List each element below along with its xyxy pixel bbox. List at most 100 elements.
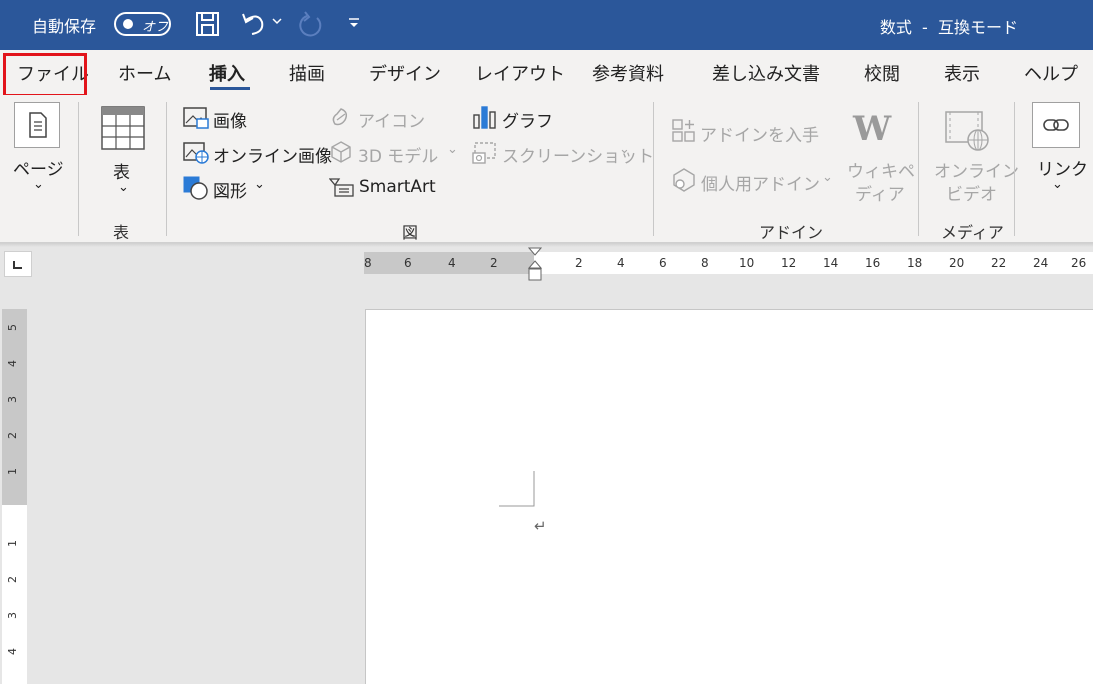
my-addins-label: 個人用アドイン bbox=[701, 175, 820, 195]
save-icon[interactable] bbox=[195, 10, 221, 38]
separator bbox=[1014, 102, 1015, 236]
ruler-tick: 8 bbox=[701, 256, 709, 270]
ruler-tick: 5 bbox=[6, 324, 19, 331]
ruler-tick: 1 bbox=[6, 468, 19, 475]
page-dropdown-icon[interactable]: ⌄ bbox=[33, 177, 44, 192]
ruler-tick: 3 bbox=[6, 612, 19, 619]
shapes-label[interactable]: 図形 bbox=[213, 177, 247, 202]
icons-label: アイコン bbox=[358, 112, 426, 132]
document-title: 数式 - 互換モード bbox=[879, 18, 1018, 37]
screenshot-dropdown-icon: ⌄ bbox=[619, 142, 630, 157]
toggle-label: オフ bbox=[142, 20, 169, 35]
chart-label[interactable]: グラフ bbox=[502, 107, 553, 132]
smartart-icon[interactable] bbox=[329, 177, 355, 197]
shapes-icon[interactable] bbox=[183, 176, 209, 200]
ruler-tick: 2 bbox=[490, 256, 498, 270]
image-label[interactable]: 画像 bbox=[213, 107, 247, 132]
indent-marker[interactable] bbox=[528, 247, 542, 283]
ruler-tick: 6 bbox=[659, 256, 667, 270]
chart-icon[interactable] bbox=[472, 105, 498, 129]
ruler-tick: 18 bbox=[907, 256, 923, 270]
horizontal-ruler[interactable]: 8 6 4 2 2 4 6 8 10 12 14 16 18 20 22 24 … bbox=[364, 252, 1093, 274]
ruler-tick: 2 bbox=[6, 576, 19, 583]
vertical-ruler[interactable]: 5 4 3 2 1 1 2 3 4 bbox=[2, 309, 27, 684]
ruler-tick: 8 bbox=[364, 256, 372, 270]
image-icon[interactable] bbox=[183, 107, 209, 129]
undo-icon[interactable] bbox=[240, 10, 268, 38]
page-icon bbox=[29, 112, 47, 138]
undo-dropdown-icon[interactable] bbox=[271, 16, 283, 26]
my-addins-icon bbox=[673, 168, 695, 192]
ribbon-shadow bbox=[0, 243, 1093, 247]
get-addins-icon bbox=[672, 119, 695, 142]
ruler-tick: 4 bbox=[6, 648, 19, 655]
wikipedia-icon: W bbox=[853, 109, 892, 149]
link-dropdown-icon[interactable]: ⌄ bbox=[1052, 177, 1063, 192]
shapes-dropdown-icon[interactable]: ⌄ bbox=[254, 177, 265, 192]
ruler-tick: 14 bbox=[823, 256, 839, 270]
autosave-label: 自動保存 bbox=[32, 17, 97, 36]
tab-help[interactable]: ヘルプ bbox=[1024, 60, 1078, 86]
ruler-tick: 26 bbox=[1071, 256, 1087, 270]
tab-layout[interactable]: レイアウト bbox=[475, 60, 565, 86]
tab-view[interactable]: 表示 bbox=[944, 60, 980, 86]
3d-model-dropdown-icon: ⌄ bbox=[447, 142, 458, 157]
3d-model-icon bbox=[331, 141, 351, 163]
table-group-label: 表 bbox=[113, 223, 130, 242]
tab-mailings[interactable]: 差し込み文書 bbox=[712, 60, 820, 86]
smartart-label[interactable]: SmartArt bbox=[359, 177, 436, 197]
get-addins-label: アドインを入手 bbox=[700, 126, 819, 146]
customize-toolbar-icon[interactable] bbox=[347, 17, 361, 31]
figure-group-label: 図 bbox=[402, 223, 419, 242]
online-image-label[interactable]: オンライン画像 bbox=[213, 142, 332, 167]
separator bbox=[166, 102, 167, 236]
screenshot-label: スクリーンショット bbox=[502, 147, 655, 167]
icons-icon bbox=[332, 108, 348, 126]
document-page[interactable] bbox=[365, 309, 1093, 684]
ruler-tick: 24 bbox=[1033, 256, 1049, 270]
addin-group-label: アドイン bbox=[759, 223, 824, 242]
online-video-icon bbox=[945, 111, 989, 151]
ribbon-tabs: ファイル ホーム 挿入 描画 デザイン レイアウト 参考資料 差し込み文書 校閲… bbox=[0, 50, 1093, 95]
tab-selector[interactable] bbox=[4, 251, 32, 277]
ruler-tick: 4 bbox=[6, 360, 19, 367]
autosave-toggle[interactable]: オフ bbox=[114, 12, 171, 36]
ruler-tick: 22 bbox=[991, 256, 1007, 270]
online-image-icon[interactable] bbox=[183, 142, 209, 164]
my-addins-dropdown-icon: ⌄ bbox=[822, 170, 833, 185]
media-group-label: メディア bbox=[941, 223, 1004, 242]
link-button-frame[interactable] bbox=[1032, 102, 1080, 148]
toggle-knob bbox=[123, 19, 133, 29]
ruler-tick: 12 bbox=[781, 256, 797, 270]
tab-design[interactable]: デザイン bbox=[369, 60, 441, 86]
3d-model-label: 3D モデル bbox=[358, 147, 439, 167]
online-video-label-line1: オンライン bbox=[934, 162, 1019, 182]
wikipedia-label-line2: ディア bbox=[855, 185, 905, 205]
page-button-frame[interactable] bbox=[14, 102, 60, 148]
separator bbox=[653, 102, 654, 236]
left-tab-icon bbox=[13, 261, 22, 269]
ruler-tick: 2 bbox=[6, 432, 19, 439]
ruler-tick: 4 bbox=[448, 256, 456, 270]
separator bbox=[78, 102, 79, 236]
table-icon[interactable] bbox=[101, 106, 145, 150]
separator bbox=[918, 102, 919, 236]
ruler-tick: 6 bbox=[404, 256, 412, 270]
ruler-tick: 3 bbox=[6, 396, 19, 403]
tab-insert[interactable]: 挿入 bbox=[209, 60, 245, 86]
margin-crop-mark bbox=[499, 471, 535, 507]
tab-draw[interactable]: 描画 bbox=[289, 60, 325, 86]
ruler-tick: 1 bbox=[6, 540, 19, 547]
tab-home[interactable]: ホーム bbox=[118, 60, 171, 86]
ruler-tick: 10 bbox=[739, 256, 755, 270]
ruler-tick: 20 bbox=[949, 256, 965, 270]
online-video-label-line2: ビデオ bbox=[946, 185, 997, 205]
screenshot-icon bbox=[472, 142, 496, 164]
wikipedia-label-line1: ウィキペ bbox=[847, 162, 915, 182]
tab-review[interactable]: 校閲 bbox=[864, 60, 900, 86]
ruler-tick: 2 bbox=[575, 256, 583, 270]
redo-icon bbox=[299, 11, 322, 37]
table-dropdown-icon[interactable]: ⌄ bbox=[118, 180, 129, 195]
tab-references[interactable]: 参考資料 bbox=[592, 60, 664, 86]
file-tab-highlight bbox=[3, 53, 87, 97]
